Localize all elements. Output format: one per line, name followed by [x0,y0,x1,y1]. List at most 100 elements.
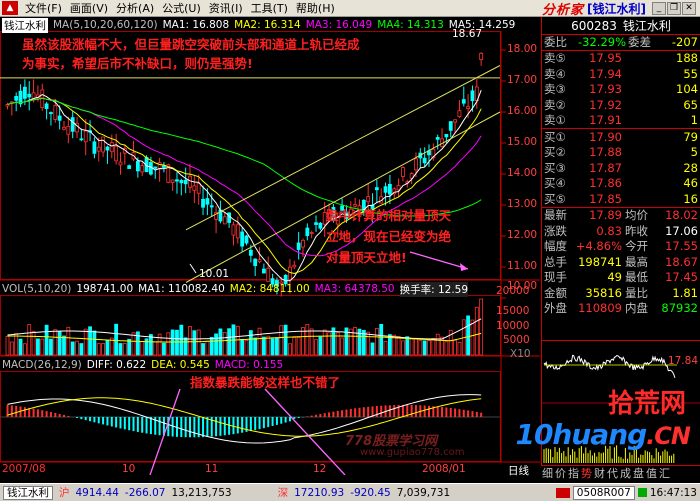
sell-row: 卖⑤ 17.95 188 [542,51,700,67]
close-icon[interactable]: ✕ [682,1,696,15]
volume-bar [431,337,436,356]
status-stock-tab[interactable]: 钱江水利 [3,485,53,500]
volume-bar [235,325,240,356]
online-icon [637,488,647,497]
buy-label: 买⑤ [544,191,566,206]
candle-body [435,137,440,140]
candle-body [231,224,236,236]
bottom-tab[interactable]: 势 [580,465,593,481]
volume-bar [227,328,232,356]
candle-body [205,198,210,205]
annotation-macd: 指数暴跌能够这样也不错了 [190,375,341,390]
volume-bar [253,337,258,356]
weibi-value: -32.29% [578,35,626,50]
menu-help[interactable]: 帮助(H) [292,0,339,16]
weicha-value: -207 [671,35,698,50]
stat-row: 最新 17.89 均价 18.02 [542,208,700,224]
sell-price: 17.95 [589,51,622,66]
volume-bar [57,330,62,356]
volume-bar [470,319,475,356]
menu-formula[interactable]: 公式(U) [158,0,205,16]
sh-label: 沪 [59,487,70,499]
stat-value: 17.55 [665,239,698,254]
candle-body [318,222,323,229]
bottom-tab[interactable]: 代 [606,465,619,481]
candle-body [49,112,53,114]
chart-canvas [0,31,540,475]
stat-value: 18.02 [665,208,698,223]
volume-bar [131,332,136,356]
menu-news[interactable]: 资讯(I) [205,0,247,16]
candle-body [5,104,10,107]
restore-icon[interactable]: ❐ [667,1,681,15]
minimize-icon[interactable]: _ [652,1,666,15]
candle-body [114,145,119,162]
volume-bar [374,327,379,356]
date-11: 11 [205,463,219,475]
volume-bar [49,338,53,356]
sell-volume: 65 [683,97,698,112]
menu-tools[interactable]: 工具(T) [247,0,292,16]
sh-index: 4914.44 [75,486,119,499]
candle-body [27,93,32,98]
bottom-tab[interactable]: 值 [645,465,658,481]
bottom-tab[interactable]: 盘 [632,465,645,481]
candle-body [79,138,84,141]
volume-bar [314,339,318,356]
macd-dea: DEA: 0.545 [151,359,210,371]
volume-bar [201,343,205,356]
candle-body [257,259,262,263]
menu-analysis[interactable]: 分析(A) [112,0,158,16]
candle-body [288,266,292,281]
sell-row: 卖① 17.91 1 [542,113,700,129]
buy-price: 17.85 [589,191,622,206]
volume-bar [322,329,327,356]
date-2007-08: 2007/08 [2,463,46,475]
candle-body [235,224,240,239]
volume-bar [62,335,66,356]
volume-bar [340,337,345,356]
bottom-tab[interactable]: 指 [567,465,580,481]
volume-bar [101,343,105,356]
kline-chart[interactable]: 钱江水利 MA(5,10,20,60,120) MA1: 16.808 MA2:… [0,17,540,477]
volume-bar [248,330,253,356]
macd-header: MACD(26,12,9) DIFF: 0.622 DEA: 0.545 MAC… [2,358,283,372]
candle-body [383,186,388,193]
status-date: 0508R007 [572,485,635,500]
candle-body [135,160,140,172]
mini-price-hi: 17.84 [667,355,698,367]
volume-bar [79,343,84,356]
volume-bar [275,337,279,356]
candle-body [244,235,249,244]
menu-file[interactable]: 文件(F) [21,0,66,16]
price-low-mark: 10.01 [199,268,230,280]
date-10: 10 [122,463,136,475]
volume-bar [188,326,192,356]
volume-bar [261,336,266,356]
volume-bar [127,338,132,356]
sh-change: -266.07 [124,486,166,499]
bottom-tab[interactable]: 汇 [658,465,671,481]
stat-row: 涨跌 0.83 昨收 17.06 [542,223,700,239]
stat-label: 幅度 [544,239,567,254]
candle-body [292,264,297,268]
candle-body [240,231,245,247]
menu-view[interactable]: 画面(V) [66,0,112,16]
volume-bar [257,327,262,356]
candle-body [201,198,205,208]
candle-body [466,106,471,109]
volume-bar [379,323,384,356]
bottom-tab[interactable]: 财 [593,465,606,481]
buy-volume: 46 [683,176,698,191]
bottom-tab[interactable]: 成 [619,465,632,481]
candle-body [157,162,162,170]
bottom-tab[interactable]: 细 [541,465,554,481]
volume-bar [396,335,401,356]
price-axis-17: 17.00 [507,74,538,86]
candle-body [222,216,227,225]
date-2008-01: 2008/01 [422,463,466,475]
buy-price: 17.88 [589,145,622,160]
quote-panel: 600283 钱江水利 委比 -32.29% 委差 -207 卖⑤ 17.95 18… [541,17,700,340]
bottom-tab[interactable]: 价 [554,465,567,481]
ma4-value: MA4: 14.313 [377,19,444,31]
